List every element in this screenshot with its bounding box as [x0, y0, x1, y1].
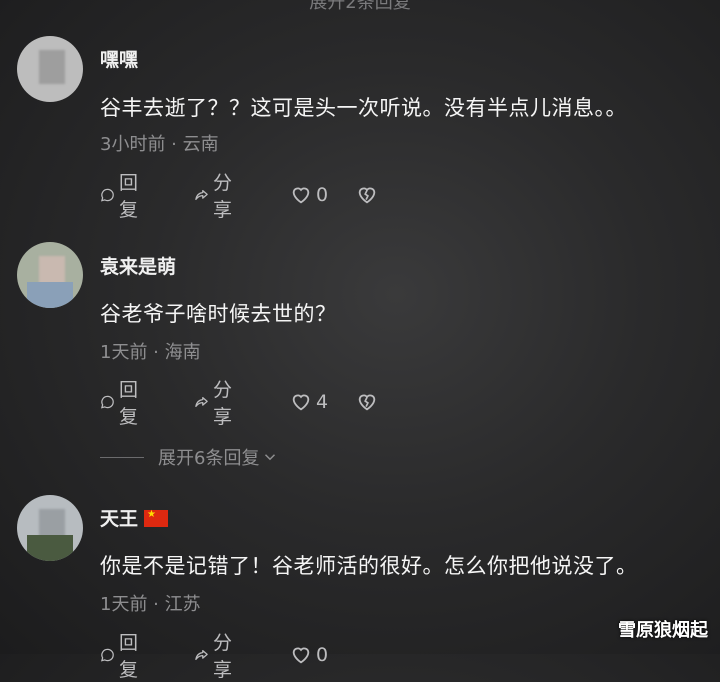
- comment-meta: 1天前 · 江苏: [100, 594, 201, 615]
- heart-icon: [292, 187, 310, 204]
- reply-button[interactable]: 回复: [100, 172, 145, 221]
- comment-text: 你是不是记错了！谷老师活的很好。怎么你把他说没了。: [100, 554, 638, 578]
- reply-button[interactable]: 回复: [100, 379, 145, 428]
- avatar[interactable]: [17, 36, 83, 102]
- comment-author[interactable]: 嘿嘿: [100, 45, 138, 72]
- divider-line: [100, 456, 144, 458]
- like-button[interactable]: 4: [290, 388, 328, 416]
- share-icon: [195, 189, 208, 201]
- avatar-body-blur: [27, 282, 73, 308]
- avatar-body-blur: [27, 535, 73, 561]
- broken-heart-icon: [358, 394, 376, 411]
- avatar[interactable]: [17, 495, 83, 561]
- comment-text: 谷丰去逝了？？这可是头一次听说。没有半点儿消息。。: [100, 96, 627, 120]
- expand-replies-button[interactable]: 展开6条回复: [100, 444, 279, 470]
- comment-author[interactable]: 天王 ★: [100, 504, 169, 531]
- watermark: 雪原狼烟起: [618, 620, 708, 641]
- share-label: 分享: [213, 632, 233, 681]
- reply-label: 回复: [119, 172, 139, 221]
- dislike-button[interactable]: [356, 388, 382, 416]
- like-count: 0: [316, 644, 329, 666]
- share-label: 分享: [213, 379, 233, 428]
- comment-icon: [100, 395, 114, 409]
- share-button[interactable]: 分享: [194, 379, 239, 428]
- reply-label: 回复: [119, 632, 139, 681]
- chevron-down-icon: [265, 454, 276, 461]
- broken-heart-icon: [358, 187, 376, 204]
- share-button[interactable]: 分享: [194, 632, 239, 681]
- like-button[interactable]: 0: [290, 181, 328, 209]
- like-button[interactable]: 0: [290, 641, 328, 669]
- share-icon: [195, 396, 208, 408]
- comment-icon: [100, 188, 114, 202]
- expand-replies-label: 展开6条回复: [158, 448, 260, 469]
- author-name: 天王: [100, 508, 139, 530]
- comment-meta: 3小时前 · 云南: [100, 134, 219, 155]
- comment-text: 谷老爷子啥时候去世的？: [100, 302, 337, 326]
- heart-icon: [292, 647, 310, 664]
- avatar-face-blur: [39, 50, 65, 84]
- like-count: 0: [316, 184, 329, 206]
- comment-author[interactable]: 袁来是萌: [100, 252, 176, 279]
- reply-button[interactable]: 回复: [100, 632, 145, 681]
- heart-icon: [292, 394, 310, 411]
- share-icon: [195, 649, 208, 661]
- share-label: 分享: [213, 172, 233, 221]
- china-flag-icon: ★: [144, 509, 169, 527]
- share-button[interactable]: 分享: [194, 172, 239, 221]
- expand-replies-top[interactable]: 展开2条回复: [0, 0, 720, 13]
- dislike-button[interactable]: [356, 181, 382, 209]
- avatar[interactable]: [17, 242, 83, 308]
- like-count: 4: [316, 391, 329, 413]
- reply-label: 回复: [119, 379, 139, 428]
- comment-icon: [100, 648, 114, 662]
- comment-meta: 1天前 · 海南: [100, 342, 201, 363]
